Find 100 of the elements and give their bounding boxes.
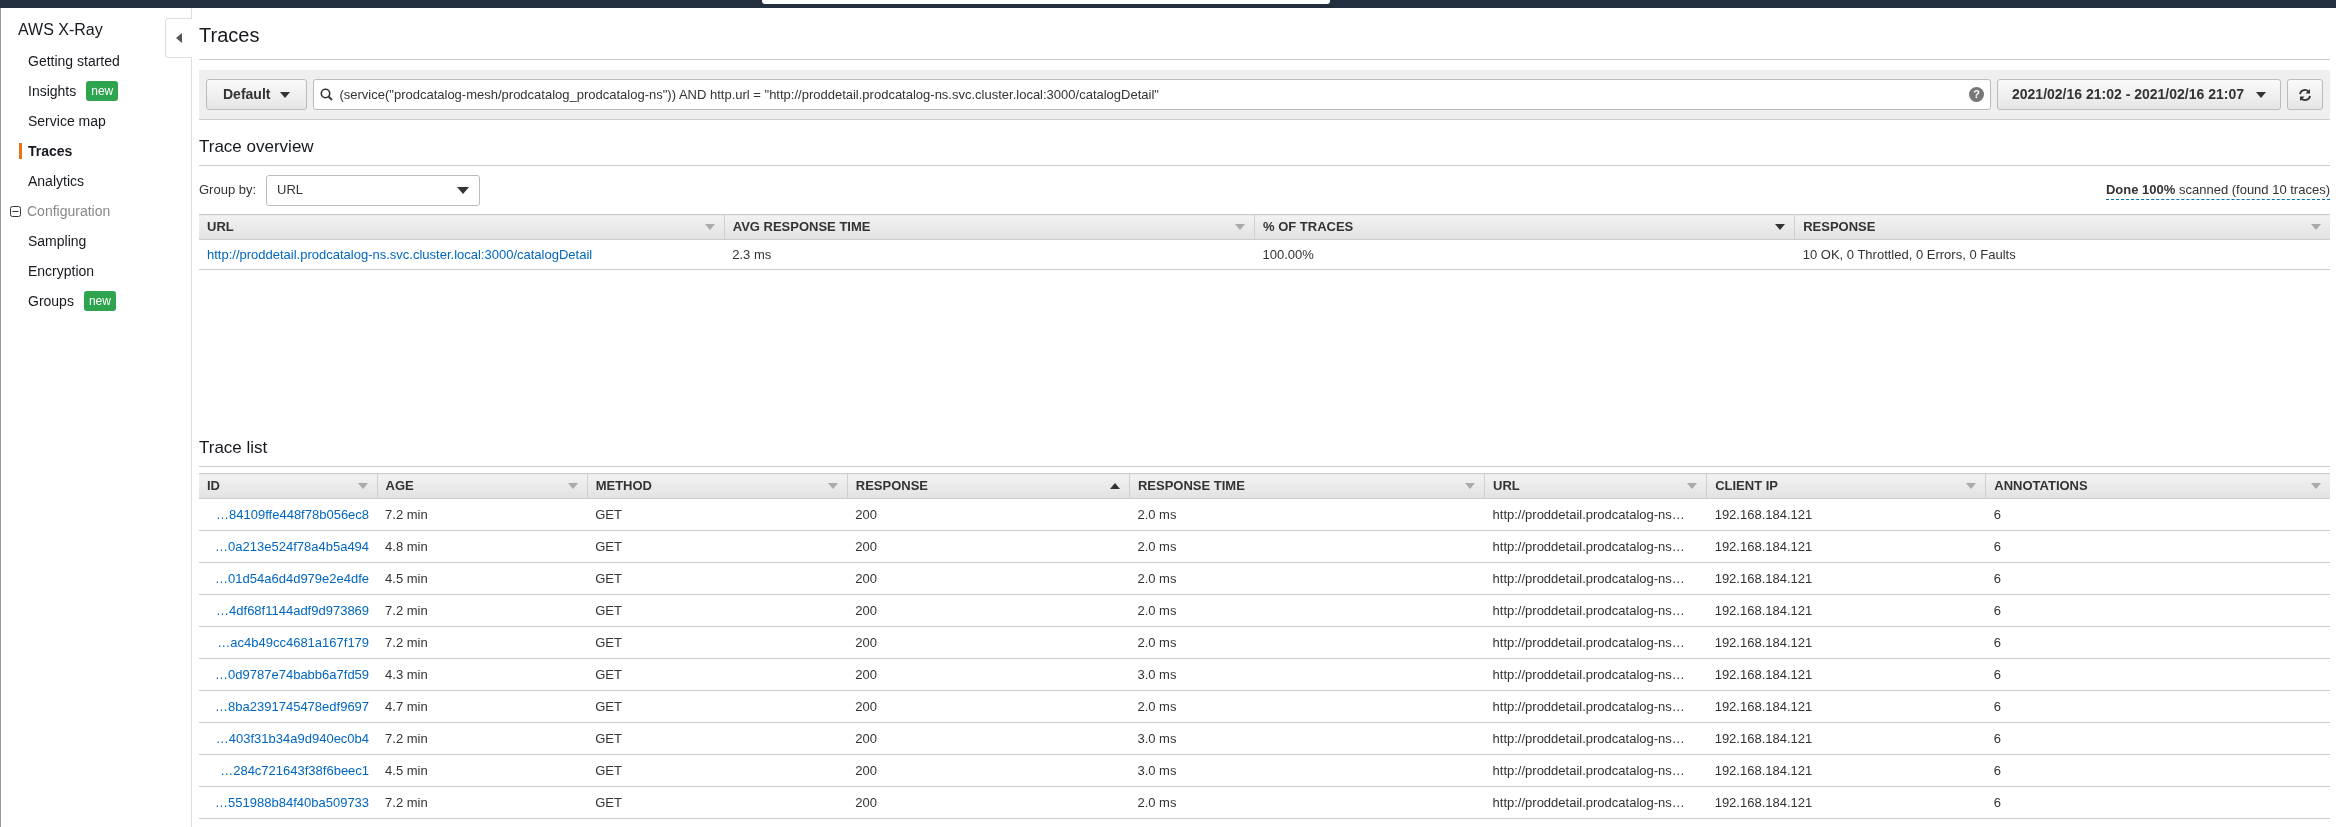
- url-link[interactable]: http://proddetail.prodcatalog-ns.svc.cluster.local:3000/catalogDetail: [207, 246, 593, 262]
- sort-caret-icon[interactable]: [356, 482, 369, 490]
- table-cell: 7.2 min: [385, 794, 428, 810]
- trace-id-link[interactable]: …284c721643f38f6beec1: [220, 762, 370, 778]
- table-cell: 6: [1993, 538, 2001, 554]
- column-header[interactable]: CLIENT IP: [1706, 473, 1986, 499]
- collapse-icon[interactable]: [10, 205, 21, 217]
- sort-caret-icon[interactable]: [1233, 223, 1246, 231]
- table-cell: 192.168.184.121: [1714, 794, 1813, 810]
- table-cell: http://proddetail.prodcatalog-ns…: [1492, 570, 1685, 586]
- table-cell: GET: [595, 730, 622, 746]
- trace-id-link[interactable]: …84109ffe448f78b056ec8: [216, 506, 370, 522]
- column-header[interactable]: URL: [1484, 473, 1707, 499]
- sort-descending-icon[interactable]: [1774, 223, 1787, 231]
- table-cell: 200: [855, 634, 877, 650]
- sidebar-link[interactable]: Encryption: [28, 260, 95, 282]
- refresh-button[interactable]: [2287, 79, 2323, 110]
- group-by-label: Group by:: [199, 181, 257, 200]
- table-cell: 6: [1993, 762, 2001, 778]
- page-title: Traces: [199, 10, 2330, 60]
- column-header[interactable]: ID: [199, 473, 378, 499]
- table-cell: http://proddetail.prodcatalog-ns…: [1492, 506, 1685, 522]
- sort-ascending-icon[interactable]: [1108, 482, 1121, 490]
- table-cell: 4.7 min: [385, 698, 428, 714]
- column-header[interactable]: RESPONSE: [1794, 214, 2330, 240]
- column-header[interactable]: % OF TRACES: [1254, 214, 1795, 240]
- filter-query-field[interactable]: (service("prodcatalog-mesh/prodcatalog_prodcatalog-ns")) AND http.url = "http://proddetail.prodcatalog-ns.svc.cluster.local:3000/catalogDetail" ?: [313, 79, 1991, 110]
- sort-caret-icon[interactable]: [2310, 482, 2322, 490]
- table-cell: 2.0 ms: [1137, 698, 1177, 714]
- table-cell: 192.168.184.121: [1714, 634, 1813, 650]
- table-cell: http://proddetail.prodcatalog-ns…: [1492, 602, 1685, 618]
- column-header[interactable]: ANNOTATIONS: [1985, 473, 2330, 499]
- sidebar-link[interactable]: Analytics: [28, 170, 85, 192]
- sort-caret-icon[interactable]: [566, 482, 579, 490]
- sidebar-link[interactable]: Groups: [28, 290, 74, 312]
- column-header[interactable]: RESPONSE: [847, 473, 1130, 499]
- sidebar-link[interactable]: Getting started: [28, 50, 120, 72]
- help-icon[interactable]: ?: [1969, 87, 1984, 102]
- table-cell: 7.2 min: [385, 602, 428, 618]
- table-cell: 192.168.184.121: [1714, 570, 1813, 586]
- sidebar-link[interactable]: Insights: [28, 80, 77, 102]
- table-cell: GET: [595, 634, 622, 650]
- table-cell: 10 OK, 0 Throttled, 0 Errors, 0 Faults: [1802, 246, 2016, 262]
- sort-caret-icon[interactable]: [703, 223, 716, 231]
- group-dropdown-button[interactable]: Default: [206, 79, 308, 110]
- time-range-button[interactable]: 2021/02/16 21:02 - 2021/02/16 21:07: [1997, 79, 2281, 110]
- table-cell: 200: [855, 794, 877, 810]
- column-header[interactable]: AGE: [377, 473, 588, 499]
- column-header[interactable]: AVG RESPONSE TIME: [724, 214, 1255, 240]
- group-by-select[interactable]: URL: [266, 174, 481, 206]
- table-cell: GET: [595, 794, 622, 810]
- table-cell: 6: [1993, 634, 2001, 650]
- table-cell: 2.0 ms: [1137, 538, 1177, 554]
- table-cell: 6: [1993, 506, 2001, 522]
- table-cell: 200: [855, 762, 877, 778]
- sort-caret-icon[interactable]: [2310, 223, 2322, 231]
- table-cell: 200: [855, 698, 877, 714]
- sort-caret-icon[interactable]: [1965, 482, 1978, 490]
- sort-caret-icon[interactable]: [1686, 482, 1699, 490]
- collapse-sidebar-button[interactable]: [165, 18, 192, 58]
- table-cell: 6: [1993, 698, 2001, 714]
- sort-caret-icon[interactable]: [1464, 482, 1477, 490]
- trace-id-link[interactable]: …8ba2391745478edf9697: [215, 698, 370, 714]
- table-cell: 192.168.184.121: [1714, 666, 1813, 682]
- table-cell: 192.168.184.121: [1714, 698, 1813, 714]
- table-cell: http://proddetail.prodcatalog-ns…: [1492, 538, 1685, 554]
- table-cell: http://proddetail.prodcatalog-ns…: [1492, 698, 1685, 714]
- table-cell: 200: [855, 570, 877, 586]
- column-header[interactable]: METHOD: [587, 473, 848, 499]
- table-cell: 192.168.184.121: [1714, 506, 1813, 522]
- active-indicator: [19, 143, 22, 159]
- table-cell: http://proddetail.prodcatalog-ns…: [1492, 794, 1685, 810]
- table-cell: 100.00%: [1262, 246, 1314, 262]
- trace-id-link[interactable]: …0d9787e74babb6a7fd59: [215, 666, 370, 682]
- sort-caret-icon[interactable]: [826, 482, 839, 490]
- trace-id-link[interactable]: …403f31b34a9d940ec0b4: [215, 730, 370, 746]
- trace-id-link[interactable]: …ac4b49cc4681a167f179: [217, 634, 370, 650]
- table-cell: 4.8 min: [385, 538, 428, 554]
- trace-id-link[interactable]: …0a213e524f78a4b5a494: [215, 538, 370, 554]
- table-cell: GET: [595, 538, 622, 554]
- table-cell: GET: [595, 602, 622, 618]
- sidebar-link[interactable]: Sampling: [28, 230, 87, 252]
- table-cell: 4.5 min: [385, 762, 428, 778]
- column-header[interactable]: RESPONSE TIME: [1129, 473, 1485, 499]
- table-cell: GET: [595, 570, 622, 586]
- trace-id-link[interactable]: …01d54a6d4d979e2e4dfe: [215, 570, 370, 586]
- sidebar-title: AWS X-Ray: [18, 20, 103, 40]
- sidebar-link[interactable]: Service map: [28, 110, 106, 132]
- table-cell: 6: [1993, 794, 2001, 810]
- table-cell: 2.3 ms: [732, 246, 772, 262]
- sidebar-link[interactable]: Traces: [28, 140, 73, 162]
- trace-id-link[interactable]: …551988b84f40ba509733: [215, 794, 370, 810]
- table-cell: http://proddetail.prodcatalog-ns…: [1492, 762, 1685, 778]
- trace-id-link[interactable]: …4df68f1144adf9d973869: [216, 602, 370, 618]
- caret-down-icon: [2256, 91, 2266, 98]
- section-title: Trace list: [199, 431, 2330, 467]
- table-cell: 2.0 ms: [1137, 602, 1177, 618]
- table-cell: 2.0 ms: [1137, 570, 1177, 586]
- column-header[interactable]: URL: [199, 214, 725, 240]
- sidebar-section[interactable]: Configuration: [27, 200, 111, 222]
